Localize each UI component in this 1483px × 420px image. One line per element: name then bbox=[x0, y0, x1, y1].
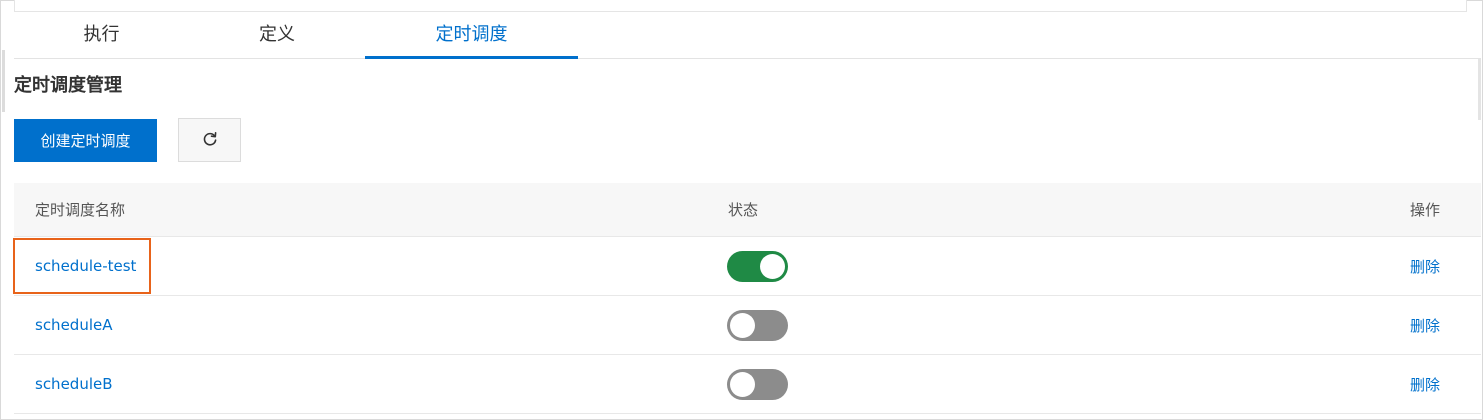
table-header: 定时调度名称 状态 操作 bbox=[14, 183, 1481, 237]
header-name: 定时调度名称 bbox=[35, 201, 126, 219]
status-toggle[interactable] bbox=[727, 309, 788, 341]
status-toggle[interactable] bbox=[727, 250, 788, 282]
delete-link[interactable]: 删除 bbox=[1410, 374, 1440, 395]
refresh-button[interactable] bbox=[178, 118, 241, 162]
tab-execute[interactable]: 执行 bbox=[14, 12, 189, 59]
schedule-table: 定时调度名称 状态 操作 schedule-test 删除 scheduleA … bbox=[13, 183, 1481, 414]
header-action: 操作 bbox=[1410, 201, 1441, 219]
tab-schedule[interactable]: 定时调度 bbox=[365, 12, 578, 59]
refresh-icon bbox=[202, 131, 218, 150]
top-panel bbox=[14, 0, 1467, 12]
tab-definition[interactable]: 定义 bbox=[189, 12, 365, 59]
schedule-name-link[interactable]: schedule-test bbox=[35, 257, 136, 275]
table-row: scheduleB 删除 bbox=[14, 355, 1481, 414]
delete-link[interactable]: 删除 bbox=[1410, 315, 1440, 336]
toggle-knob bbox=[730, 371, 755, 397]
table-row: scheduleA 删除 bbox=[14, 296, 1481, 355]
left-edge-rule bbox=[2, 50, 5, 112]
toggle-knob bbox=[730, 312, 755, 338]
scrollbar[interactable] bbox=[1478, 58, 1481, 120]
schedule-name-link[interactable]: scheduleA bbox=[35, 316, 112, 334]
header-status: 状态 bbox=[728, 201, 759, 219]
delete-link[interactable]: 删除 bbox=[1410, 256, 1440, 277]
create-schedule-button[interactable]: 创建定时调度 bbox=[14, 119, 157, 162]
status-toggle[interactable] bbox=[727, 368, 788, 400]
toggle-knob bbox=[760, 253, 785, 279]
schedule-name-link[interactable]: scheduleB bbox=[35, 375, 113, 393]
page-title: 定时调度管理 bbox=[14, 75, 122, 96]
table-row: schedule-test 删除 bbox=[13, 237, 1481, 296]
tab-bar: 执行 定义 定时调度 bbox=[14, 12, 1481, 59]
